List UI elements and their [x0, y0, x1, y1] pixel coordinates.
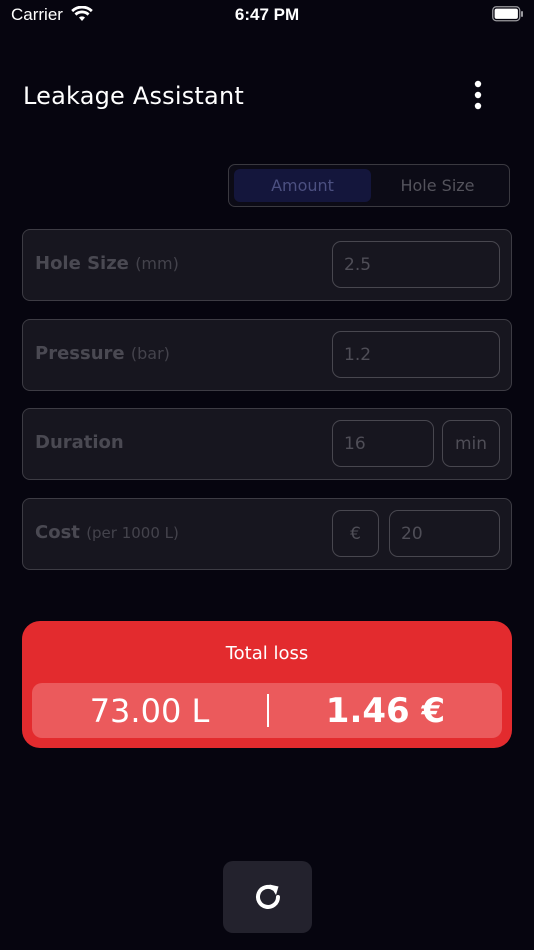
- cost-label-text: Cost: [35, 522, 80, 543]
- pressure-label: Pressure (bar): [35, 343, 170, 364]
- segment-hole-size[interactable]: Hole Size: [369, 169, 506, 202]
- total-loss-values: 73.00 L 1.46 €: [32, 683, 502, 738]
- battery-icon: [492, 6, 524, 26]
- cost-unit: (per 1000 L): [86, 524, 179, 542]
- duration-input[interactable]: 16: [332, 420, 434, 467]
- hole-size-row: Hole Size (mm) 2.5: [22, 229, 512, 301]
- reset-button[interactable]: [223, 861, 312, 933]
- cost-label: Cost (per 1000 L): [35, 522, 179, 543]
- pressure-input[interactable]: 1.2: [332, 331, 500, 378]
- duration-label: Duration: [35, 432, 124, 453]
- total-cost-value: 1.46 €: [325, 690, 446, 731]
- app-title: Leakage Assistant: [23, 82, 244, 110]
- more-vertical-icon: [474, 80, 482, 110]
- hole-size-label: Hole Size (mm): [35, 253, 179, 274]
- more-options-button[interactable]: [462, 78, 494, 112]
- cost-input[interactable]: 20: [389, 510, 500, 557]
- total-liters-value: 73.00 L: [89, 691, 210, 730]
- status-bar: Carrier 6:47 PM: [0, 0, 534, 30]
- duration-row: Duration 16 min: [22, 408, 512, 480]
- pressure-unit: (bar): [130, 344, 170, 363]
- pressure-row: Pressure (bar) 1.2: [22, 319, 512, 391]
- pressure-label-text: Pressure: [35, 343, 125, 364]
- hole-size-label-text: Hole Size: [35, 253, 129, 274]
- status-time: 6:47 PM: [234, 5, 300, 24]
- refresh-icon: [255, 884, 280, 909]
- currency-selector[interactable]: €: [332, 510, 379, 557]
- cost-row: Cost (per 1000 L) € 20: [22, 498, 512, 570]
- total-loss-card: Total loss 73.00 L 1.46 €: [22, 621, 512, 748]
- mode-segmented-control: Amount Hole Size: [228, 164, 510, 207]
- duration-unit-selector[interactable]: min: [442, 420, 500, 467]
- duration-label-text: Duration: [35, 432, 124, 453]
- hole-size-input[interactable]: 2.5: [332, 241, 500, 288]
- hole-size-unit: (mm): [135, 254, 179, 273]
- total-loss-title: Total loss: [225, 643, 309, 664]
- segment-amount[interactable]: Amount: [234, 169, 371, 202]
